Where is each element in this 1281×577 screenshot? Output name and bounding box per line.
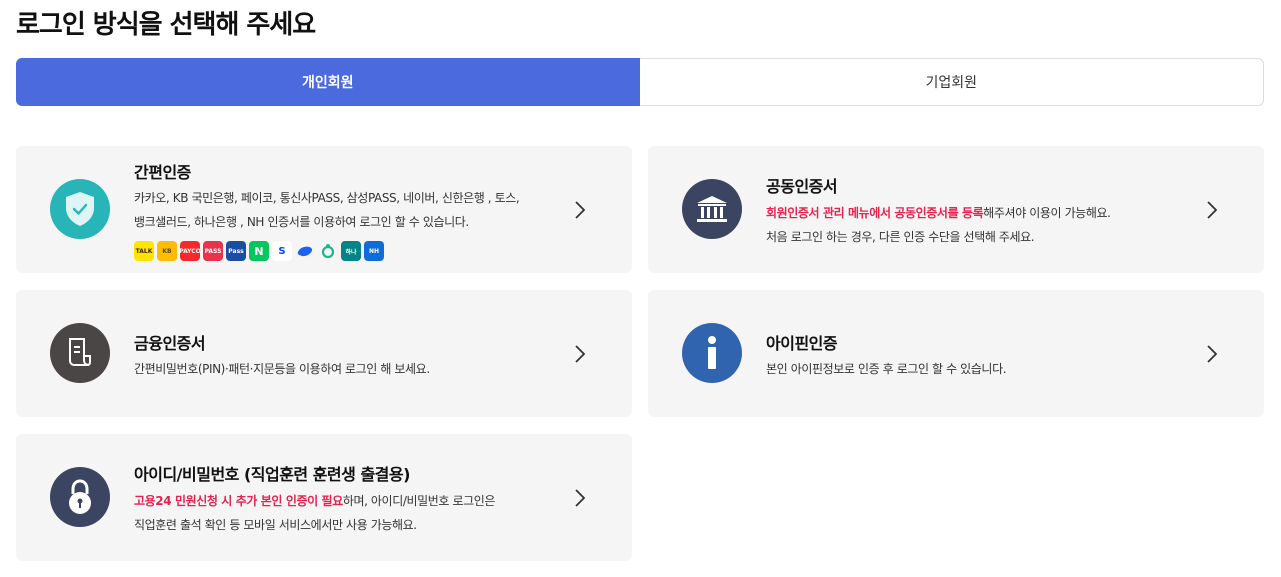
joint-cert-icon-circle (682, 179, 742, 239)
id-password-icon-circle (50, 467, 110, 527)
simple-auth-desc-line2: 뱅크샐러드, 하나은행 , NH 인증서를 이용하여 로그인 할 수 있습니다. (134, 215, 469, 229)
joint-cert-desc-line2: 처음 로그인 하는 경우, 다른 인증 수단을 선택해 주세요. (766, 230, 1035, 244)
shield-check-icon (66, 192, 94, 226)
nh-logo-icon: NH (364, 241, 384, 261)
id-password-title: 아이디/비밀번호 (직업훈련 훈련생 출결용) (134, 465, 410, 484)
toss-logo-icon (295, 241, 315, 261)
simple-auth-icon-circle (50, 179, 110, 239)
chevron-right-icon (575, 345, 586, 363)
pass-logo-icon: PASS (203, 241, 223, 261)
joint-cert-highlight: 회원인증서 관리 메뉴에서 공동인증서를 등록 (766, 206, 984, 220)
kakao-logo-icon: TALK (134, 241, 154, 261)
naver-logo-icon: N (249, 241, 269, 261)
id-password-desc-line2: 직업훈련 출석 확인 등 모바일 서비스에서만 사용 가능해요. (134, 518, 417, 532)
simple-auth-title: 간편인증 (134, 163, 191, 182)
provider-logos: TALK KB PAYCO PASS Pass N S 하나 NH (134, 241, 384, 261)
finance-cert-title: 금융인증서 (134, 334, 206, 353)
id-password-desc-line1: 고용24 민원신청 시 추가 본인 인증이 필요하며, 아이디/비밀번호 로그인… (134, 489, 495, 513)
info-icon (708, 336, 716, 369)
ipin-desc: 본인 아이핀정보로 인증 후 로그인 할 수 있습니다. (766, 362, 1007, 376)
tab-business[interactable]: 기업회원 (639, 58, 1264, 106)
lock-icon (69, 479, 91, 514)
page-title: 로그인 방식을 선택해 주세요 (16, 10, 316, 40)
ipin-icon-circle (682, 323, 742, 383)
joint-cert-title: 공동인증서 (766, 177, 838, 196)
member-type-tabs: 개인회원 기업회원 (16, 58, 1264, 106)
finance-cert-card[interactable]: 금융인증서 간편비밀번호(PIN)·패턴·지문등을 이용하여 로그인 해 보세요… (16, 290, 632, 417)
simple-auth-desc-line1: 카카오, KB 국민은행, 페이코, 통신사PASS, 삼성PASS, 네이버,… (134, 191, 520, 205)
bank-building-icon (697, 196, 727, 222)
tab-personal[interactable]: 개인회원 (16, 58, 640, 106)
chevron-right-icon (1207, 345, 1218, 363)
id-password-desc-rest: 하며, 아이디/비밀번호 로그인은 (342, 494, 496, 508)
payco-logo-icon: PAYCO (180, 241, 200, 261)
id-password-card[interactable]: 아이디/비밀번호 (직업훈련 훈련생 출결용) 고용24 민원신청 시 추가 본… (16, 434, 632, 561)
joint-cert-desc-line1: 회원인증서 관리 메뉴에서 공동인증서를 등록해주셔야 이용이 가능해요. (766, 201, 1111, 225)
samsung-pass-logo-icon: Pass (226, 241, 246, 261)
chevron-right-icon (575, 201, 586, 219)
hana-logo-icon: 하나 (341, 241, 361, 261)
kb-logo-icon: KB (157, 241, 177, 261)
finance-cert-desc: 간편비밀번호(PIN)·패턴·지문등을 이용하여 로그인 해 보세요. (134, 362, 430, 376)
chevron-right-icon (575, 489, 586, 507)
chevron-right-icon (1207, 201, 1218, 219)
simple-auth-card[interactable]: 간편인증 카카오, KB 국민은행, 페이코, 통신사PASS, 삼성PASS,… (16, 146, 632, 273)
finance-cert-icon-circle (50, 323, 110, 383)
joint-cert-card[interactable]: 공동인증서 회원인증서 관리 메뉴에서 공동인증서를 등록해주셔야 이용이 가능… (648, 146, 1264, 273)
ipin-card[interactable]: 아이핀인증 본인 아이핀정보로 인증 후 로그인 할 수 있습니다. (648, 290, 1264, 417)
banksalad-logo-icon (318, 241, 338, 261)
id-password-highlight: 고용24 민원신청 시 추가 본인 인증이 필요 (134, 494, 343, 508)
joint-cert-desc-rest: 해주셔야 이용이 가능해요. (983, 206, 1111, 220)
document-icon (69, 338, 91, 366)
ipin-title: 아이핀인증 (766, 334, 838, 353)
shinhan-logo-icon: S (272, 241, 292, 261)
